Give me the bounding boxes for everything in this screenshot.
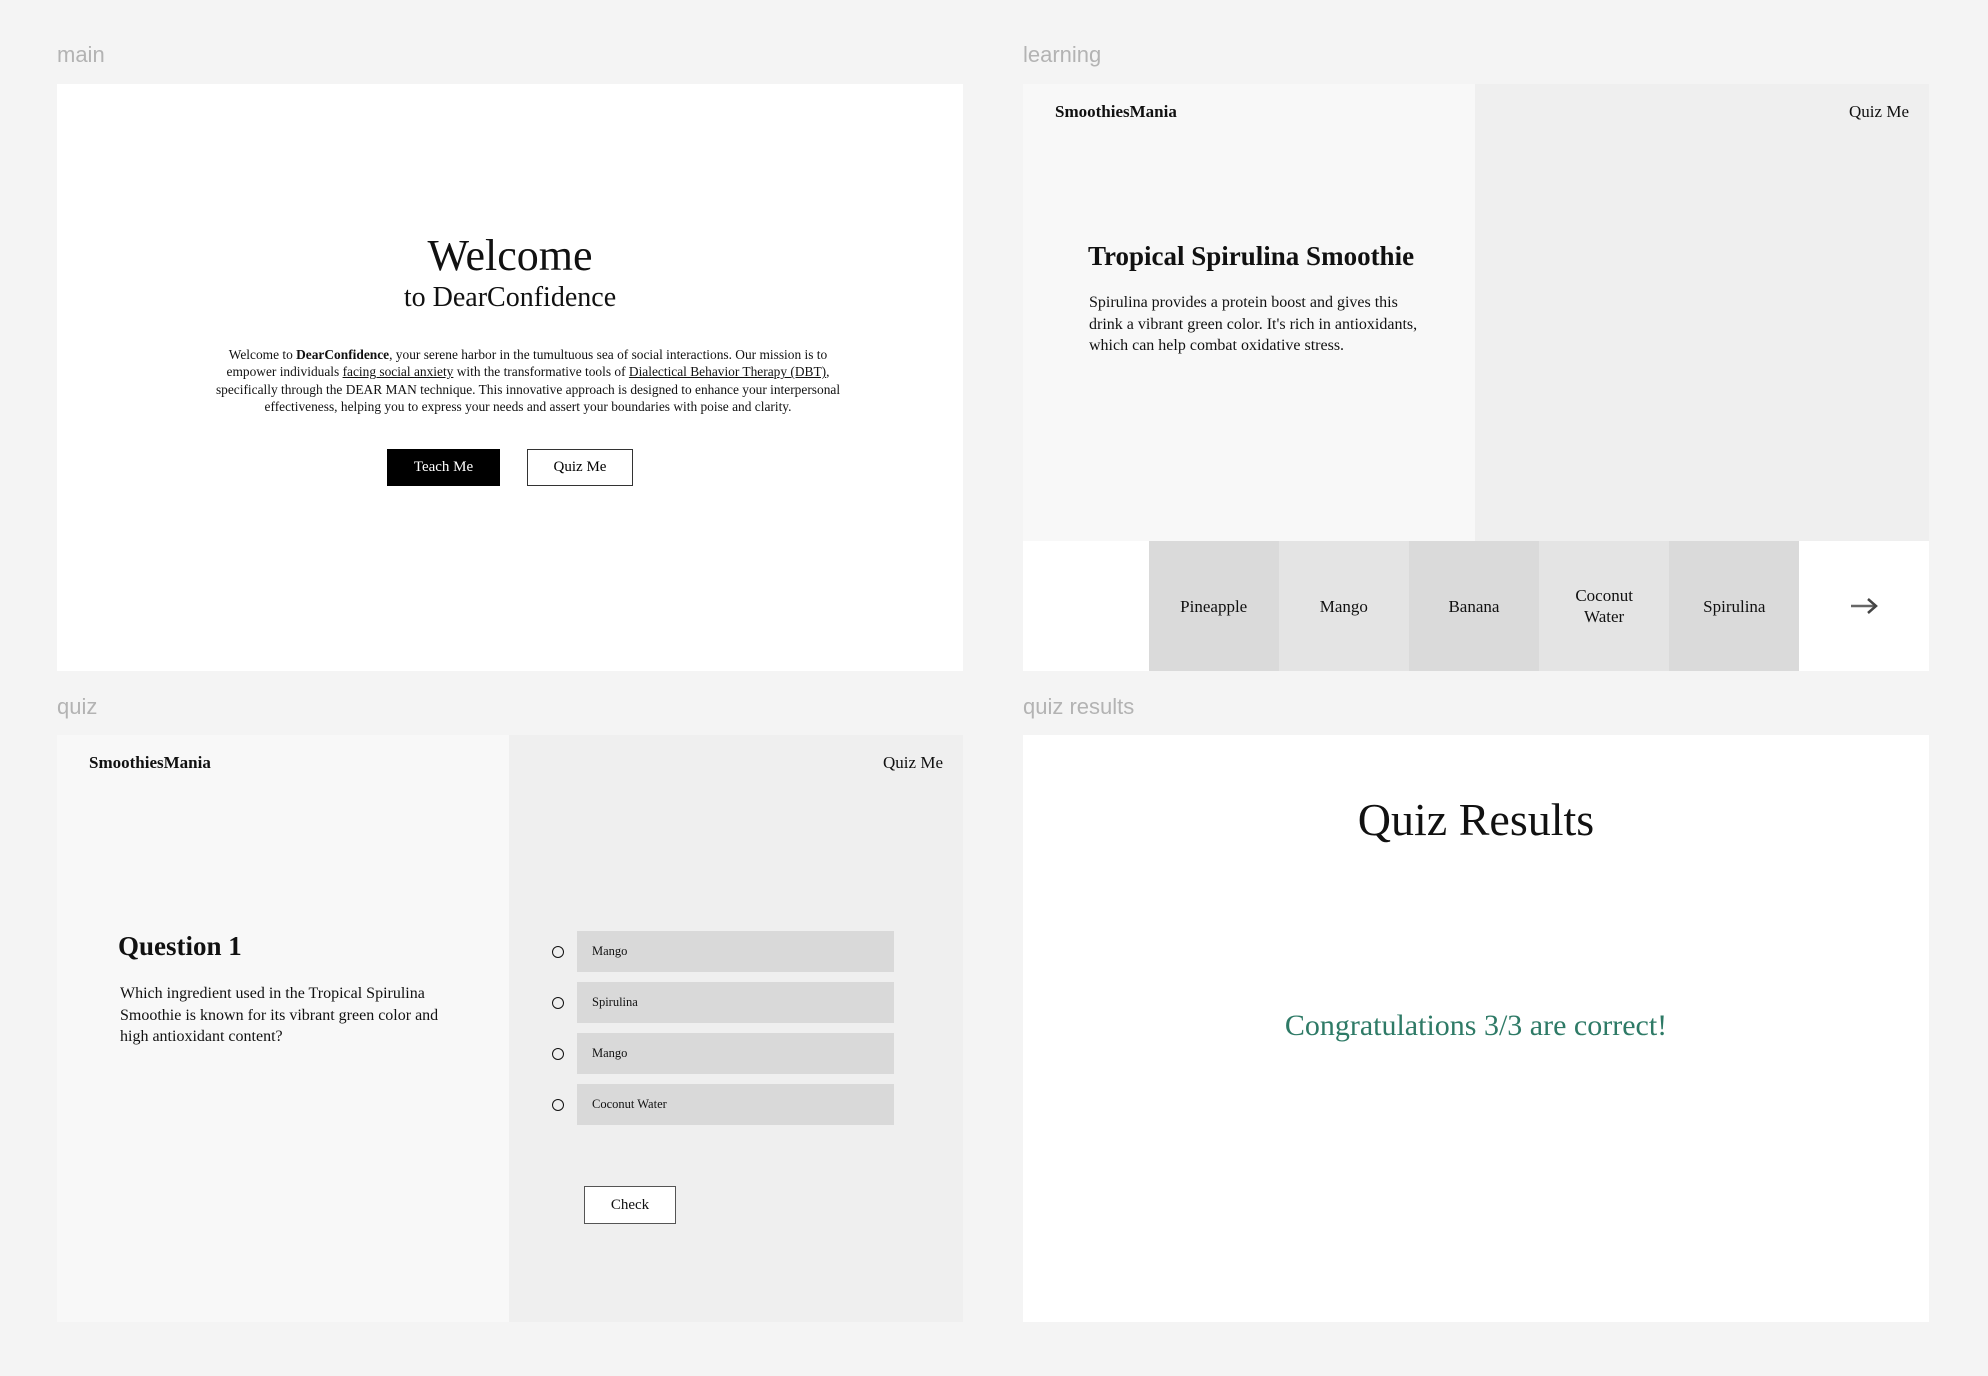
option-label[interactable]: Mango — [577, 931, 894, 972]
radio-button[interactable] — [552, 1047, 564, 1060]
results-message: Congratulations 3/3 are correct! — [1284, 1009, 1668, 1042]
learning-image-panel — [1475, 84, 1929, 541]
frame-label-quiz: quiz — [57, 694, 98, 719]
radio-button[interactable] — [552, 996, 564, 1009]
teach-me-button[interactable]: Teach Me — [387, 449, 500, 486]
ingredient-tile[interactable]: Mango — [1278, 541, 1409, 671]
results-title: Quiz Results — [1357, 794, 1595, 845]
next-button[interactable] — [1799, 541, 1929, 671]
intro-text: Welcome to — [228, 347, 297, 362]
option-label[interactable]: Coconut Water — [577, 1084, 894, 1125]
nav-quiz-me-link[interactable]: Quiz Me — [1849, 102, 1909, 122]
radio-button[interactable] — [552, 945, 564, 958]
answer-option[interactable]: Mango — [552, 1033, 894, 1074]
question-text: Which ingredient used in the Tropical Sp… — [120, 985, 439, 1045]
quiz-options-panel — [509, 735, 963, 1322]
nav-quiz-me-link[interactable]: Quiz Me — [883, 753, 943, 773]
welcome-heading: Welcome — [427, 231, 593, 280]
arrow-right-icon — [1851, 598, 1879, 614]
main-frame: Welcome to DearConfidence Welcome to Dea… — [57, 84, 963, 671]
ingredient-tile[interactable]: Banana — [1408, 541, 1540, 671]
intro-text: with the transformative tools of — [453, 364, 629, 380]
ingredient-strip: Pineapple Mango Banana Coconut Water Spi… — [1023, 541, 1929, 671]
quiz-frame: SmoothiesMania Quiz Me Question 1 Which … — [57, 735, 963, 1322]
quiz-me-button[interactable]: Quiz Me — [527, 449, 633, 486]
answer-option[interactable]: Mango — [552, 931, 894, 972]
brand-logo[interactable]: SmoothiesMania — [1055, 102, 1177, 122]
learning-frame: SmoothiesMania Quiz Me Tropical Spirulin… — [1023, 84, 1929, 671]
ingredient-tile[interactable]: Spirulina — [1669, 541, 1800, 671]
intro-paragraph: Welcome to DearConfidence, your serene h… — [212, 346, 844, 415]
smoothie-title: Tropical Spirulina Smoothie — [1088, 241, 1415, 271]
strip-spacer — [1023, 541, 1149, 671]
intro-brand: DearConfidence — [296, 347, 390, 362]
option-label[interactable]: Spirulina — [577, 982, 894, 1023]
quiz-results-frame: Quiz Results Congratulations 3/3 are cor… — [1023, 735, 1929, 1322]
ingredient-tile[interactable]: Pineapple — [1148, 541, 1279, 671]
frame-label-main: main — [57, 42, 105, 67]
radio-button[interactable] — [552, 1098, 564, 1111]
brand-logo[interactable]: SmoothiesMania — [89, 753, 211, 773]
frame-label-quiz-results: quiz results — [1023, 694, 1135, 719]
answer-option[interactable]: Coconut Water — [552, 1084, 894, 1125]
smoothie-description: Spirulina provides a protein boost and g… — [1089, 294, 1418, 354]
social-anxiety-link[interactable]: facing social anxiety — [343, 364, 454, 379]
ingredient-tile[interactable]: Coconut Water — [1539, 541, 1670, 671]
answer-option[interactable]: Spirulina — [552, 982, 894, 1023]
welcome-subtitle: to DearConfidence — [403, 282, 617, 313]
question-title: Question 1 — [118, 931, 242, 961]
frame-label-learning: learning — [1023, 42, 1102, 67]
check-button[interactable]: Check — [584, 1186, 676, 1224]
option-label[interactable]: Mango — [577, 1033, 894, 1074]
dbt-link[interactable]: Dialectical Behavior Therapy (DBT) — [629, 364, 826, 379]
